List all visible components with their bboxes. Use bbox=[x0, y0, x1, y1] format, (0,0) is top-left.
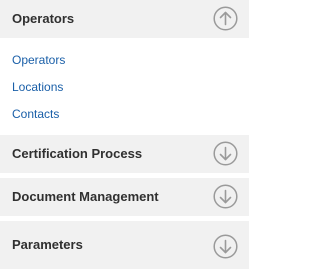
section-header-parameters[interactable]: Parameters bbox=[0, 221, 249, 269]
section-header-operators[interactable]: Operators bbox=[0, 0, 249, 38]
section-title-operators: Operators bbox=[12, 11, 75, 26]
link-operators[interactable]: Operators bbox=[12, 53, 65, 67]
section-header-document-management[interactable]: Document Management bbox=[0, 178, 249, 216]
section-header-certification-process[interactable]: Certification Process bbox=[0, 135, 249, 173]
section-title-certification-process: Certification Process bbox=[12, 146, 143, 161]
chevron-down-circle-icon[interactable] bbox=[213, 234, 238, 259]
chevron-up-circle-icon[interactable] bbox=[213, 6, 238, 31]
sidebar-accordion: Operators Operators Locations Contacts C… bbox=[0, 0, 249, 269]
chevron-down-circle-icon[interactable] bbox=[213, 141, 238, 166]
link-contacts[interactable]: Contacts bbox=[12, 107, 59, 121]
chevron-down-circle-icon[interactable] bbox=[213, 184, 238, 209]
section-title-parameters: Parameters bbox=[12, 237, 83, 252]
link-locations[interactable]: Locations bbox=[12, 80, 63, 94]
section-title-document-management: Document Management bbox=[12, 189, 159, 204]
